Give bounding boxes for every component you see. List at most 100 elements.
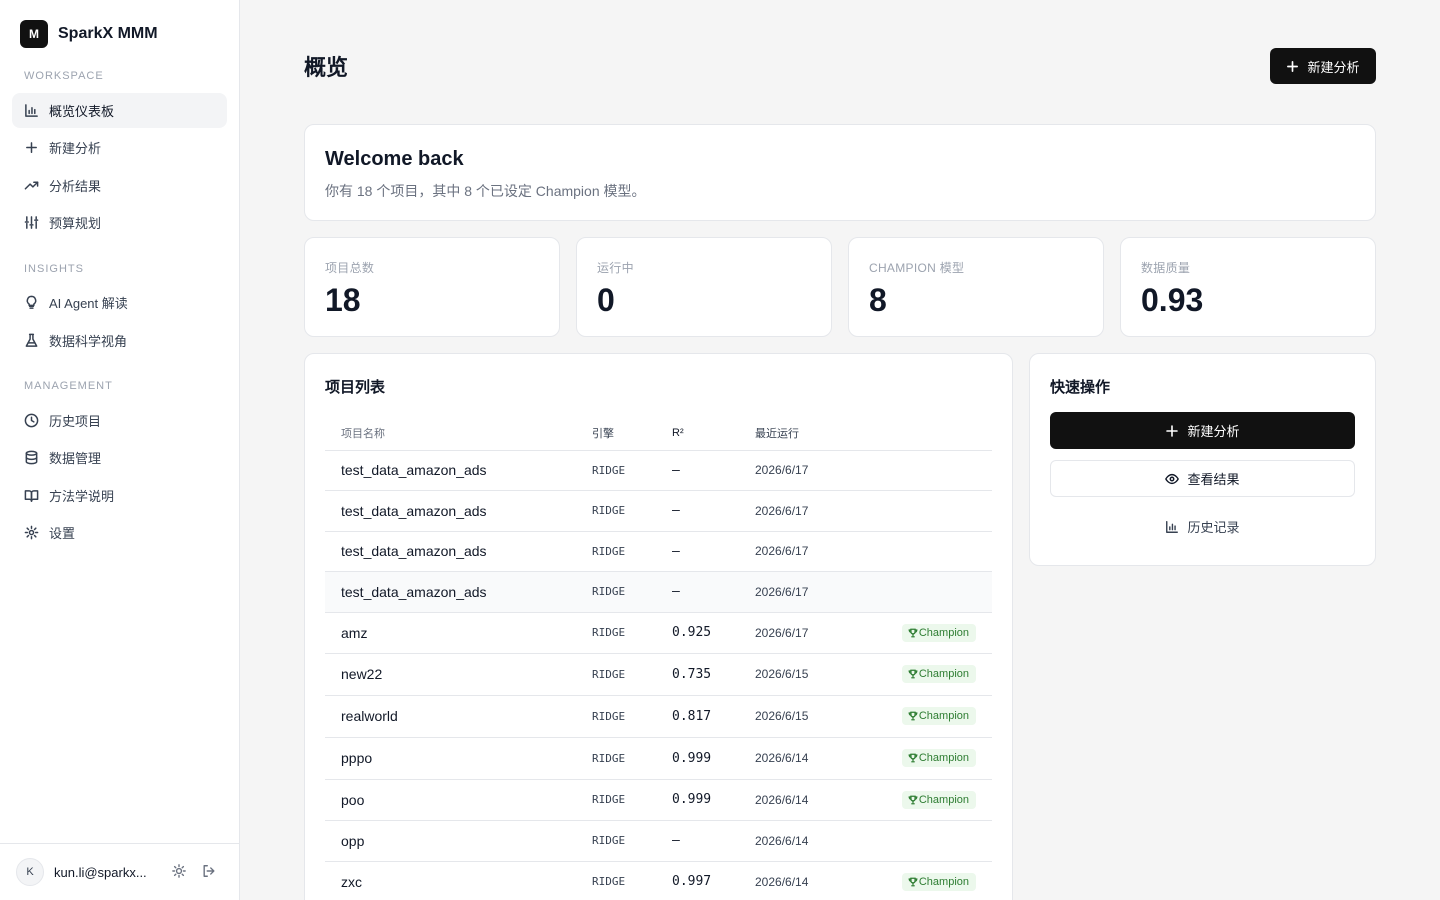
table-row[interactable]: test_data_amazon_ads RIDGE —2026/6/17 bbox=[325, 490, 992, 532]
quick-new-analysis-button[interactable]: 新建分析 bbox=[1050, 412, 1355, 449]
sidebar-item-label: 概览仪表板 bbox=[49, 104, 115, 119]
view-results-button[interactable]: 查看结果 bbox=[1050, 460, 1355, 497]
sidebar-item-settings[interactable]: 设置 bbox=[12, 515, 227, 550]
view-results-label: 查看结果 bbox=[1187, 472, 1240, 487]
engine-cell: RIDGE bbox=[592, 531, 672, 572]
engine-cell: RIDGE bbox=[592, 779, 672, 821]
sidebar-item-data[interactable]: 数据管理 bbox=[12, 440, 227, 475]
stat-value: 0 bbox=[597, 282, 615, 318]
sidebar-item-new-analysis[interactable]: 新建分析 bbox=[12, 130, 227, 165]
column-header-r2[interactable]: R² bbox=[672, 414, 755, 451]
sun-icon bbox=[172, 864, 186, 878]
new-analysis-label: 新建分析 bbox=[1307, 59, 1360, 75]
status-cell: Champion bbox=[875, 695, 992, 738]
logout-button[interactable] bbox=[202, 864, 218, 880]
sidebar-item-methodology[interactable]: 方法学说明 bbox=[12, 478, 227, 513]
sidebar-item-history[interactable]: 历史项目 bbox=[12, 403, 227, 438]
table-row[interactable]: amz RIDGE 0.925 2026/6/17 Champion bbox=[325, 612, 992, 654]
lightbulb-icon bbox=[26, 295, 37, 309]
trophy-icon bbox=[908, 669, 918, 679]
trophy-icon bbox=[908, 711, 918, 721]
project-name-cell: poo bbox=[325, 779, 592, 821]
status-cell bbox=[875, 450, 992, 491]
r2-cell: — bbox=[672, 531, 755, 572]
engine-cell: RIDGE bbox=[592, 450, 672, 491]
column-header-name[interactable]: 项目名称 bbox=[325, 414, 592, 451]
brand-logo: M bbox=[20, 20, 48, 48]
history-button[interactable]: 历史记录 bbox=[1050, 508, 1355, 545]
stat-card-running: 运行中 0 bbox=[576, 237, 832, 337]
sidebar-item-label: 新建分析 bbox=[49, 141, 102, 156]
database-icon bbox=[25, 450, 38, 465]
table-row[interactable]: opp RIDGE —2026/6/14 bbox=[325, 820, 992, 862]
r2-cell: 0.999 bbox=[672, 737, 755, 780]
status-cell bbox=[875, 820, 992, 862]
bar-chart-icon bbox=[25, 104, 38, 117]
r2-cell: 0.997 bbox=[672, 861, 755, 900]
status-cell: Champion bbox=[875, 861, 992, 900]
clock-icon bbox=[24, 413, 39, 428]
table-row[interactable]: pppo RIDGE 0.999 2026/6/14 Champion bbox=[325, 737, 992, 780]
column-header-last-run[interactable]: 最近运行 bbox=[755, 414, 875, 451]
table-row[interactable]: realworld RIDGE 0.817 2026/6/15 Champion bbox=[325, 695, 992, 738]
sidebar-item-label: 预算规划 bbox=[49, 216, 102, 231]
project-list-card: 项目列表 项目名称 引擎 R² 最近运行 test_data_amazon_ad… bbox=[304, 353, 1013, 900]
last-run-cell: 2026/6/14 bbox=[755, 861, 875, 900]
last-run-cell: 2026/6/14 bbox=[755, 779, 875, 821]
status-cell: Champion bbox=[875, 779, 992, 821]
sidebar-item-ai-agent[interactable]: AI Agent 解读 bbox=[12, 285, 227, 320]
table-row[interactable]: zxc RIDGE 0.997 2026/6/14 Champion bbox=[325, 861, 992, 900]
last-run-cell: 2026/6/14 bbox=[755, 820, 875, 862]
champion-badge: Champion bbox=[901, 749, 976, 767]
last-run-cell: 2026/6/15 bbox=[755, 653, 875, 696]
engine-cell: RIDGE bbox=[592, 490, 672, 532]
avatar[interactable]: K bbox=[16, 858, 44, 886]
sidebar-item-label: 历史项目 bbox=[49, 414, 102, 429]
last-run-cell: 2026/6/17 bbox=[755, 490, 875, 532]
table-row[interactable]: test_data_amazon_ads RIDGE —2026/6/17 bbox=[325, 450, 992, 491]
brand[interactable]: M SparkX MMM bbox=[20, 20, 158, 48]
sidebar-item-budget[interactable]: 预算规划 bbox=[12, 205, 227, 240]
sidebar-item-dashboard[interactable]: 概览仪表板 bbox=[12, 93, 227, 128]
last-run-cell: 2026/6/15 bbox=[755, 695, 875, 738]
history-label: 历史记录 bbox=[1187, 520, 1240, 535]
project-name-cell: test_data_amazon_ads bbox=[325, 571, 592, 613]
gear-icon bbox=[24, 525, 39, 540]
trophy-icon bbox=[908, 877, 918, 886]
column-header-engine[interactable]: 引擎 bbox=[592, 414, 672, 451]
stat-value: 0.93 bbox=[1141, 282, 1204, 318]
welcome-title: Welcome back bbox=[325, 148, 464, 170]
status-cell bbox=[875, 490, 992, 532]
table-row[interactable]: test_data_amazon_ads RIDGE —2026/6/17 bbox=[325, 571, 992, 613]
page-title: 概览 bbox=[304, 55, 349, 80]
champion-badge: Champion bbox=[901, 623, 976, 642]
stat-card-quality: 数据质量 0.93 bbox=[1120, 237, 1376, 337]
sidebar-item-label: 分析结果 bbox=[49, 179, 102, 194]
welcome-subtitle: 你有 18 个项目，其中 8 个已设定 Champion 模型。 bbox=[325, 183, 646, 199]
book-icon bbox=[24, 490, 39, 502]
champion-badge: Champion bbox=[901, 790, 976, 809]
table-row[interactable]: test_data_amazon_ads RIDGE —2026/6/17 bbox=[325, 531, 992, 572]
project-name-cell: opp bbox=[325, 820, 592, 862]
sidebar-item-label: 数据科学视角 bbox=[49, 334, 128, 349]
project-table: 项目名称 引擎 R² 最近运行 test_data_amazon_ads RIDG… bbox=[325, 414, 992, 900]
theme-toggle-button[interactable] bbox=[172, 864, 188, 880]
engine-cell: RIDGE bbox=[592, 820, 672, 862]
sidebar-item-data-science[interactable]: 数据科学视角 bbox=[12, 323, 227, 358]
table-row[interactable]: new22 RIDGE 0.735 2026/6/15 Champion bbox=[325, 653, 992, 696]
sidebar-item-label: 数据管理 bbox=[49, 451, 102, 466]
stat-label: 项目总数 bbox=[325, 261, 375, 275]
trophy-icon bbox=[908, 795, 918, 804]
table-row[interactable]: poo RIDGE 0.999 2026/6/14 Champion bbox=[325, 779, 992, 821]
sidebar-item-label: 设置 bbox=[49, 526, 76, 541]
engine-cell: RIDGE bbox=[592, 612, 672, 654]
sidebar-item-results[interactable]: 分析结果 bbox=[12, 168, 227, 203]
champion-badge-label: Champion bbox=[918, 710, 969, 722]
new-analysis-button[interactable]: 新建分析 bbox=[1270, 48, 1376, 84]
engine-cell: RIDGE bbox=[592, 695, 672, 738]
champion-badge-label: Champion bbox=[918, 875, 969, 888]
stat-label: 运行中 bbox=[597, 261, 634, 275]
stat-label: CHAMPION 模型 bbox=[869, 261, 965, 275]
brand-name: SparkX MMM bbox=[58, 25, 158, 42]
section-label-insights: INSIGHTS bbox=[24, 263, 84, 275]
